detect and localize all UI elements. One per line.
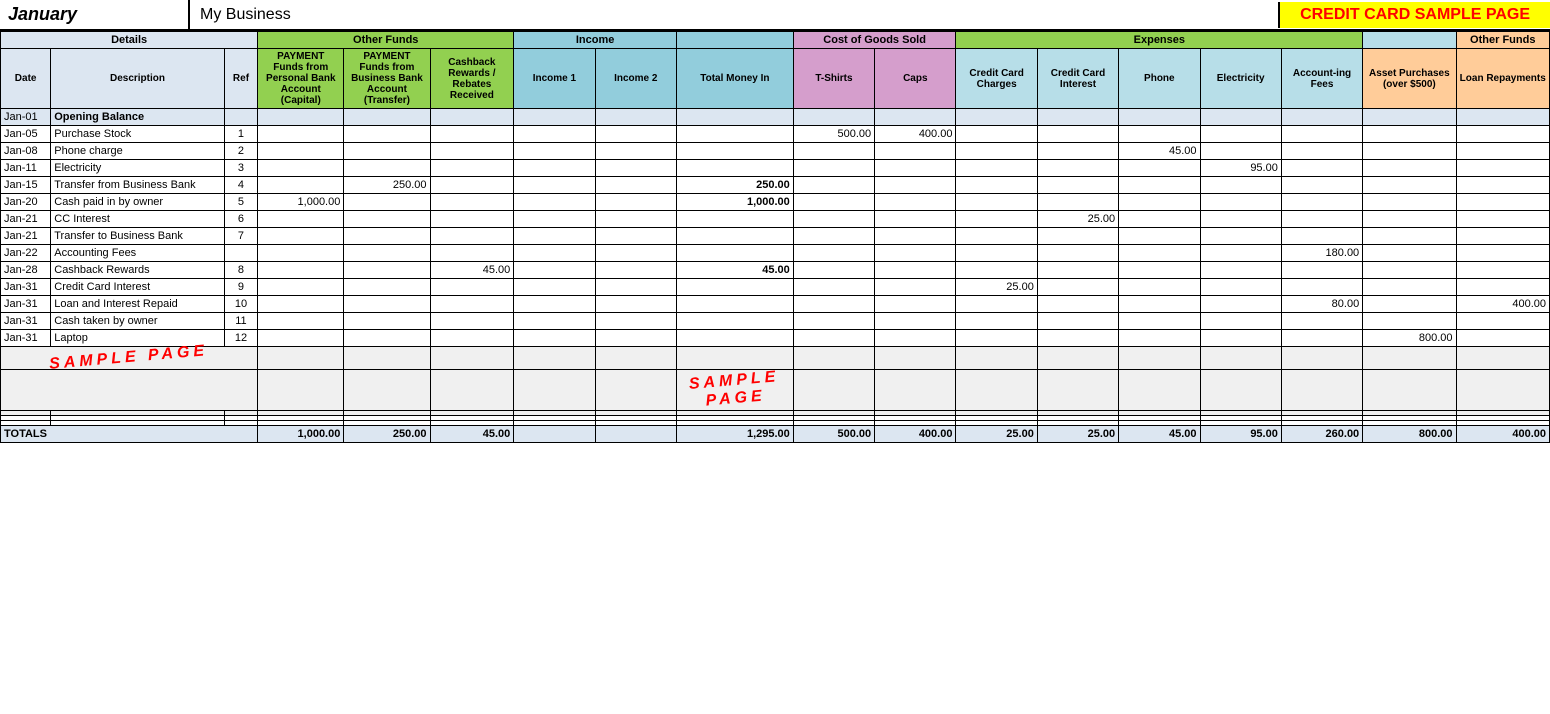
table-row: Jan-28Cashback Rewards845.0045.00 [1,262,1550,279]
group-other-funds2: Other Funds [1456,32,1550,49]
col-tshirts: T-Shirts [793,49,874,109]
col-income2: Income 2 [595,49,676,109]
col-total-money: Total Money In [676,49,793,109]
group-other-funds: Other Funds [258,32,514,49]
totals-pmt-personal: 1,000.00 [258,426,344,443]
col-acct-fees: Account-ing Fees [1281,49,1362,109]
table-row: Jan-11Electricity395.00 [1,160,1550,177]
group-cogs: Cost of Goods Sold [793,32,956,49]
col-cashback: Cashback Rewards / Rebates Received [430,49,514,109]
totals-phone: 45.00 [1119,426,1200,443]
sample-text-center [676,347,793,370]
totals-caps: 400.00 [875,426,956,443]
totals-label: TOTALS [1,426,258,443]
col-ref: Ref [224,49,258,109]
col-cc-charges: Credit Card Charges [956,49,1037,109]
table-row: Jan-22Accounting Fees180.00 [1,245,1550,262]
table-row: Jan-31Cash taken by owner11 [1,313,1550,330]
sample-text-left: SAMPLE PAGE [1,347,258,370]
col-loan: Loan Repayments [1456,49,1550,109]
totals-electricity: 95.00 [1200,426,1281,443]
table-row: Jan-08Phone charge245.00 [1,143,1550,160]
totals-pmt-business: 250.00 [344,426,430,443]
totals-tshirts: 500.00 [793,426,874,443]
col-cc-interest: Credit Card Interest [1037,49,1118,109]
table-row: SAMPLE PAGE [1,370,1550,411]
table-row: Jan-20Cash paid in by owner51,000.001,00… [1,194,1550,211]
group-income2 [676,32,793,49]
group-details: Details [1,32,258,49]
totals-cc-charges: 25.00 [956,426,1037,443]
totals-total: 1,295.00 [676,426,793,443]
col-date: Date [1,49,51,109]
col-electricity: Electricity [1200,49,1281,109]
col-pmt-personal: PAYMENT Funds from Personal Bank Account… [258,49,344,109]
totals-income2 [595,426,676,443]
table-row: Jan-31Loan and Interest Repaid1080.00400… [1,296,1550,313]
totals-acct-fees: 260.00 [1281,426,1362,443]
month-label: January [0,0,190,29]
table-row: Jan-15Transfer from Business Bank4250.00… [1,177,1550,194]
col-asset: Asset Purchases (over $500) [1363,49,1456,109]
totals-loan: 400.00 [1456,426,1550,443]
group-expenses: Expenses [956,32,1363,49]
totals-row: TOTALS 1,000.00 250.00 45.00 1,295.00 50… [1,426,1550,443]
table-row: Jan-31Credit Card Interest925.00 [1,279,1550,296]
table-row: Jan-01Opening Balance [1,109,1550,126]
sample-text-center2: SAMPLE PAGE [676,370,793,411]
business-label: My Business [190,2,1278,28]
col-description: Description [51,49,224,109]
group-income: Income [514,32,677,49]
table-row: SAMPLE PAGE [1,347,1550,370]
table-row: Jan-05Purchase Stock1500.00400.00 [1,126,1550,143]
col-pmt-business: PAYMENT Funds from Business Bank Account… [344,49,430,109]
col-income1: Income 1 [514,49,595,109]
totals-income1 [514,426,595,443]
sample-title: CREDIT CARD SAMPLE PAGE [1278,2,1550,28]
table-row: Jan-21CC Interest625.00 [1,211,1550,228]
totals-asset: 800.00 [1363,426,1456,443]
totals-cashback: 45.00 [430,426,514,443]
table-row: Jan-31Laptop12800.00 [1,330,1550,347]
col-caps: Caps [875,49,956,109]
col-phone: Phone [1119,49,1200,109]
group-expenses-extra [1363,32,1456,49]
totals-cc-interest: 25.00 [1037,426,1118,443]
table-row: Jan-21Transfer to Business Bank7 [1,228,1550,245]
top-header: January My Business CREDIT CARD SAMPLE P… [0,0,1550,31]
